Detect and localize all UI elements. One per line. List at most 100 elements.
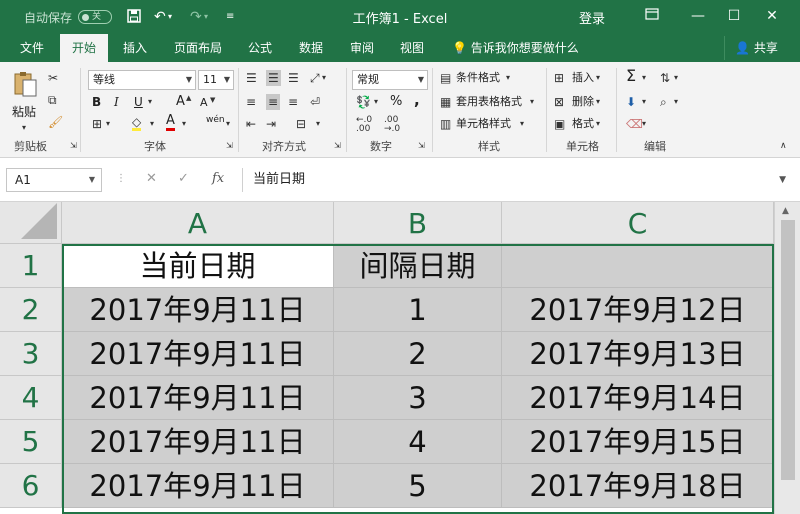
cut-icon[interactable]: ✂ [48,70,58,86]
cell-a3[interactable]: 2017年9月11日 [62,332,334,376]
align-center-icon[interactable]: ≡ [266,94,281,110]
phonetic-button[interactable]: wén [206,112,225,128]
column-header-b[interactable]: B [334,202,502,244]
conditional-format-button[interactable]: 条件格式 [456,70,500,86]
cell-b6[interactable]: 5 [334,464,502,508]
name-box[interactable]: A1 ▼ [6,168,102,192]
cell-b1[interactable]: 间隔日期 [334,244,502,288]
italic-button[interactable]: I [114,94,119,110]
accounting-format-icon[interactable]: 💱 [356,94,371,110]
align-right-icon[interactable]: ≡ [288,94,298,110]
format-painter-icon[interactable]: 🖌 [48,114,63,130]
align-bottom-icon[interactable]: ☰ [288,70,299,86]
orientation-icon[interactable]: ⤢ [310,70,320,86]
borders-icon[interactable]: ⊞ [92,116,102,132]
formula-input[interactable]: 当前日期 ▼ [242,168,794,192]
conditional-format-dropdown-icon[interactable]: ▾ [506,70,510,86]
cell-a4[interactable]: 2017年9月11日 [62,376,334,420]
tab-insert[interactable]: 插入 [121,34,149,62]
percent-style-button[interactable]: % [390,94,402,110]
insert-dropdown-icon[interactable]: ▾ [596,70,600,86]
cancel-entry-icon[interactable]: ✕ [146,170,157,188]
select-all-button[interactable] [0,202,62,244]
align-middle-icon[interactable]: ☰ [266,70,281,86]
format-dropdown-icon[interactable]: ▾ [596,116,600,132]
merge-dropdown-icon[interactable]: ▾ [316,116,320,132]
tab-page-layout[interactable]: 页面布局 [172,34,224,62]
scroll-up-icon[interactable]: ▲ [782,206,789,216]
fill-dropdown-icon[interactable]: ▾ [642,94,646,110]
tell-me-search[interactable]: 💡 告诉我你想要做什么 [452,34,579,62]
confirm-entry-icon[interactable]: ✓ [178,170,189,188]
font-size-combo[interactable]: 11 ▼ [198,70,234,90]
cell-styles-button[interactable]: 单元格样式 [456,116,511,132]
row-header[interactable]: 2 [0,288,62,332]
cell-c4[interactable]: 2017年9月14日 [502,376,774,420]
row-header[interactable]: 4 [0,376,62,420]
fill-color-dropdown-icon[interactable]: ▾ [150,116,154,132]
fill-icon[interactable]: ⬇ [626,94,636,110]
login-link[interactable]: 登录 [579,8,605,27]
tab-formulas[interactable]: 公式 [246,34,274,62]
cell-a5[interactable]: 2017年9月11日 [62,420,334,464]
sort-dropdown-icon[interactable]: ▾ [674,70,678,86]
shrink-font-button[interactable]: A [200,95,208,111]
sort-filter-icon[interactable]: ⇅ [660,70,670,86]
cell-b3[interactable]: 2 [334,332,502,376]
tab-file[interactable]: 文件 [18,34,46,62]
increase-indent-icon[interactable]: ⇥ [266,116,276,132]
collapse-ribbon-icon[interactable]: ∧ [780,138,787,154]
format-as-table-dropdown-icon[interactable]: ▾ [530,94,534,110]
font-color-button[interactable]: A [166,114,175,131]
number-launcher-icon[interactable]: ⇲ [418,138,425,154]
expand-formula-icon[interactable]: ▼ [779,168,786,192]
column-header-c[interactable]: C [502,202,774,244]
cell-b2[interactable]: 1 [334,288,502,332]
cell-c5[interactable]: 2017年9月15日 [502,420,774,464]
cell-a6[interactable]: 2017年9月11日 [62,464,334,508]
cell-c3[interactable]: 2017年9月13日 [502,332,774,376]
format-as-table-button[interactable]: 套用表格格式 [456,94,522,110]
font-color-dropdown-icon[interactable]: ▾ [182,116,186,132]
cell-c2[interactable]: 2017年9月12日 [502,288,774,332]
paste-icon[interactable] [12,70,38,98]
row-header[interactable]: 3 [0,332,62,376]
vertical-scrollbar[interactable]: ▲ [774,202,800,514]
grow-font-button[interactable]: A [176,94,185,110]
share-button[interactable]: 👤 共享 [724,36,788,60]
row-header[interactable]: 6 [0,464,62,508]
increase-decimal-icon[interactable]: ←.0.00 [356,116,372,134]
underline-button[interactable]: U [134,94,143,110]
restore-button[interactable]: ☐ [722,4,746,28]
align-left-icon[interactable]: ≡ [246,94,256,110]
phonetic-dropdown-icon[interactable]: ▾ [226,116,230,132]
insert-function-icon[interactable]: fx [212,170,224,188]
cell-c6[interactable]: 2017年9月18日 [502,464,774,508]
autosum-dropdown-icon[interactable]: ▾ [642,70,646,86]
merge-center-icon[interactable]: ⊟ [296,116,306,132]
delete-cells-button[interactable]: 删除 [572,94,594,110]
find-dropdown-icon[interactable]: ▾ [674,94,678,110]
paste-dropdown-icon[interactable]: ▾ [22,120,26,136]
close-button[interactable]: ✕ [760,4,784,28]
autosum-button[interactable]: Σ [626,68,636,84]
cell-styles-dropdown-icon[interactable]: ▾ [520,116,524,132]
bold-button[interactable]: B [92,94,101,110]
minimize-button[interactable]: — [686,4,710,28]
cell-b4[interactable]: 3 [334,376,502,420]
alignment-launcher-icon[interactable]: ⇲ [334,138,341,154]
paste-button[interactable]: 粘贴 [12,104,36,120]
borders-dropdown-icon[interactable]: ▾ [106,116,110,132]
tab-review[interactable]: 审阅 [348,34,376,62]
decrease-indent-icon[interactable]: ⇤ [246,116,256,132]
underline-dropdown-icon[interactable]: ▾ [148,94,152,110]
tab-data[interactable]: 数据 [297,34,325,62]
tab-view[interactable]: 视图 [398,34,426,62]
scroll-thumb[interactable] [781,220,795,480]
row-header[interactable]: 5 [0,420,62,464]
delete-dropdown-icon[interactable]: ▾ [596,94,600,110]
copy-icon[interactable]: ⧉ [48,92,57,108]
column-header-a[interactable]: A [62,202,334,244]
comma-style-button[interactable]: , [414,92,420,108]
decrease-decimal-icon[interactable]: .00 →.0 [384,116,400,134]
